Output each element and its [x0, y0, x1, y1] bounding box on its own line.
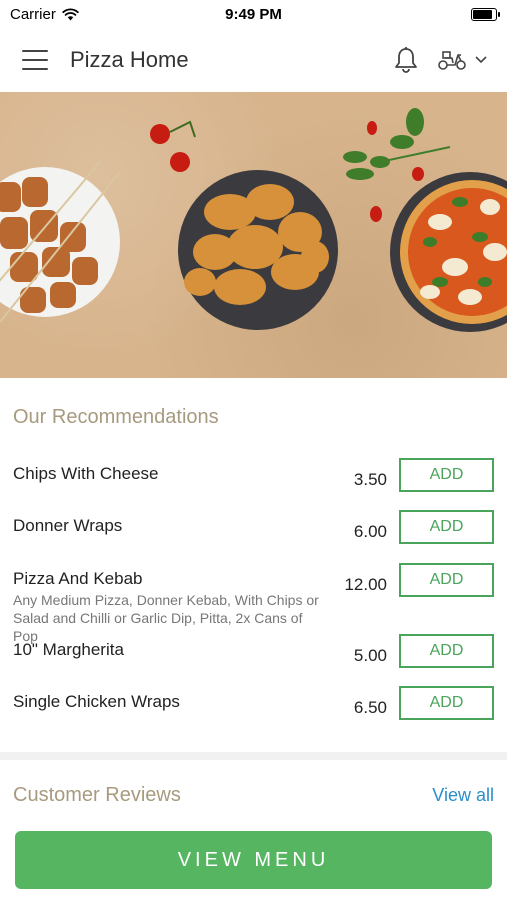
page-title: Pizza Home — [70, 47, 189, 72]
item-name: Donner Wraps — [13, 516, 123, 535]
status-right — [357, 7, 500, 21]
bell-icon[interactable] — [393, 46, 419, 74]
menu-item: Chips With Cheese 3.50 ADD — [0, 458, 507, 510]
add-button[interactable]: ADD — [399, 563, 494, 597]
item-name: Chips With Cheese — [13, 464, 159, 483]
item-price: 6.00 — [353, 522, 387, 541]
menu-item: Pizza And Kebab Any Medium Pizza, Donner… — [0, 563, 507, 644]
recommendations-title: Our Recommendations — [13, 406, 219, 428]
item-name: Single Chicken Wraps — [13, 692, 180, 711]
scooter-icon — [438, 51, 466, 70]
chevron-down-icon — [475, 56, 487, 64]
item-price: 6.50 — [353, 698, 387, 717]
section-divider — [0, 752, 507, 760]
view-menu-button[interactable]: VIEW MENU — [15, 831, 492, 889]
carrier-label: Carrier — [10, 5, 56, 23]
navbar: Pizza Home — [0, 28, 507, 92]
view-all-link[interactable]: View all — [432, 785, 494, 806]
recommendations-list: Chips With Cheese 3.50 ADD Donner Wraps … — [0, 458, 507, 738]
status-bar: Carrier 9:49 PM — [0, 0, 507, 28]
hero-banner — [0, 92, 507, 378]
item-price: 3.50 — [353, 470, 387, 489]
add-button[interactable]: ADD — [399, 686, 494, 720]
item-name: Pizza And Kebab — [13, 569, 143, 588]
item-price: 12.00 — [344, 575, 387, 594]
menu-item: 10" Margherita 5.00 ADD — [0, 634, 507, 686]
item-name: 10" Margherita — [13, 640, 124, 659]
nav-icons — [393, 46, 487, 74]
item-price: 5.00 — [353, 646, 387, 665]
add-button[interactable]: ADD — [399, 458, 494, 492]
battery-icon — [470, 7, 500, 21]
add-button[interactable]: ADD — [399, 634, 494, 668]
menu-item: Single Chicken Wraps 6.50 ADD — [0, 686, 507, 738]
battery-level — [472, 9, 492, 19]
status-left: Carrier — [10, 6, 150, 23]
wifi-icon — [62, 7, 79, 20]
delivery-mode-selector[interactable] — [437, 49, 487, 71]
reviews-title: Customer Reviews — [13, 784, 181, 806]
reviews-header: Customer Reviews View all — [0, 784, 507, 807]
food-banner-image — [0, 108, 507, 332]
add-button[interactable]: ADD — [399, 510, 494, 544]
hamburger-menu-icon[interactable] — [22, 50, 48, 70]
status-time: 9:49 PM — [225, 5, 282, 23]
menu-item: Donner Wraps 6.00 ADD — [0, 510, 507, 563]
